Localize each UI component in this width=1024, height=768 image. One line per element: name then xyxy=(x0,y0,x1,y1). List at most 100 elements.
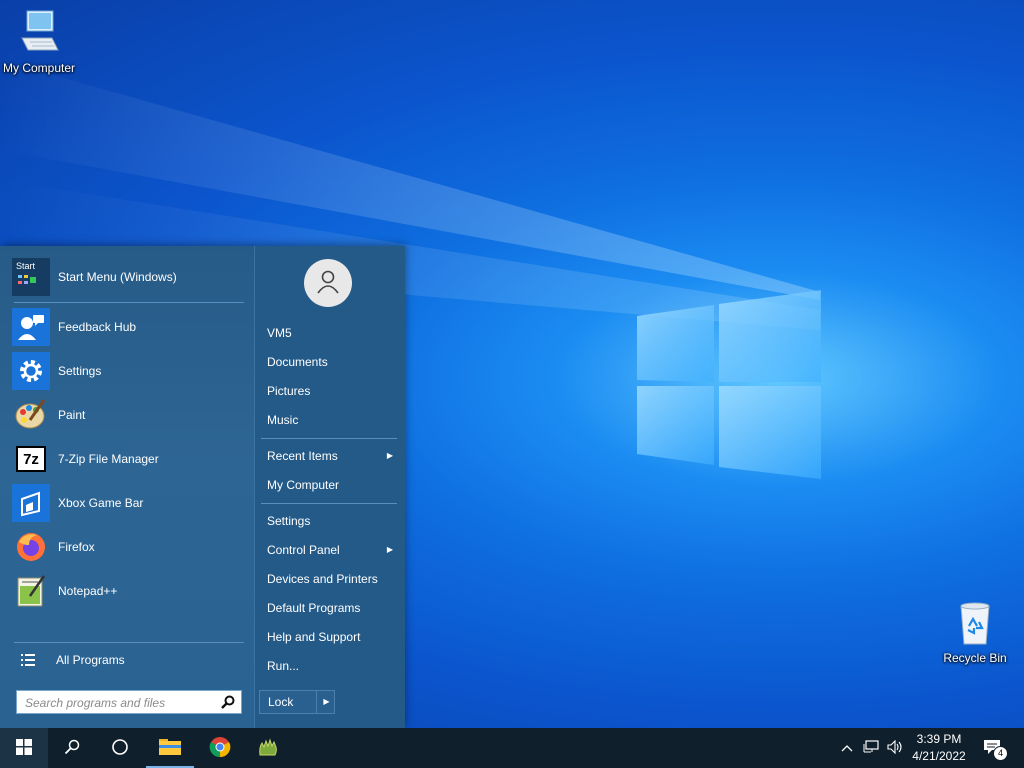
classic-shell-icon xyxy=(256,735,280,762)
right-item-label: Settings xyxy=(267,514,311,528)
pinned-item-label: Start Menu (Windows) xyxy=(58,270,177,284)
lock-label: Lock xyxy=(268,695,294,709)
clock-time: 3:39 PM xyxy=(916,732,962,746)
pinned-item-start-menu-windows[interactable]: Start Start Menu (Windows) xyxy=(12,257,244,297)
separator xyxy=(261,503,397,504)
right-item-my-computer[interactable]: My Computer xyxy=(267,474,397,496)
right-item-documents[interactable]: Documents xyxy=(267,351,397,373)
7zip-logo-text: 7z xyxy=(23,450,39,468)
pinned-item-label: Firefox xyxy=(58,540,95,554)
xbox-game-bar-icon xyxy=(12,484,50,522)
tray-show-hidden-button[interactable] xyxy=(838,728,856,768)
pinned-item-label: Settings xyxy=(58,364,102,378)
right-item-devices-printers[interactable]: Devices and Printers xyxy=(267,568,397,590)
start-button[interactable] xyxy=(0,728,48,768)
user-avatar[interactable] xyxy=(304,259,352,307)
search-icon xyxy=(64,739,80,758)
desktop-icon-label: My Computer xyxy=(2,61,76,75)
right-item-label: Recent Items xyxy=(267,449,338,463)
taskbar-search-button[interactable] xyxy=(48,728,96,768)
taskbar: 3:39 PM 4/21/2022 4 xyxy=(0,728,1024,768)
right-item-label: Music xyxy=(267,413,299,427)
pinned-item-feedback-hub[interactable]: Feedback Hub xyxy=(12,307,244,347)
task-view-button[interactable] xyxy=(96,728,144,768)
search-icon[interactable] xyxy=(221,695,235,712)
pinned-item-7zip[interactable]: 7z 7-Zip File Manager xyxy=(12,439,244,479)
right-item-default-programs[interactable]: Default Programs xyxy=(267,597,397,619)
notification-icon: 4 xyxy=(983,738,1008,761)
right-item-label: Devices and Printers xyxy=(267,572,378,586)
file-explorer-icon xyxy=(159,737,181,758)
feedback-hub-icon xyxy=(12,308,50,346)
pinned-item-settings[interactable]: Settings xyxy=(12,351,244,391)
chrome-icon xyxy=(209,736,231,761)
right-item-control-panel[interactable]: Control Panel ▶ xyxy=(267,539,397,561)
pinned-item-paint[interactable]: Paint xyxy=(12,395,244,435)
start-menu-left-pane: Start Start Menu (Windows) Feedback Hub … xyxy=(0,246,254,728)
notepadpp-icon xyxy=(12,572,50,610)
tray-clock[interactable]: 3:39 PM 4/21/2022 xyxy=(906,728,972,768)
desktop-icon-label: Recycle Bin xyxy=(943,651,1007,665)
right-item-help-support[interactable]: Help and Support xyxy=(267,626,397,648)
pinned-item-notepadpp[interactable]: Notepad++ xyxy=(12,571,244,611)
separator xyxy=(261,438,397,439)
pinned-item-label: Paint xyxy=(58,408,86,422)
right-item-run[interactable]: Run... xyxy=(267,655,397,677)
lock-options-arrow-icon[interactable]: ▶ xyxy=(316,691,336,713)
firefox-icon xyxy=(12,528,50,566)
pinned-item-label: Xbox Game Bar xyxy=(58,496,144,510)
start-menu: Start Start Menu (Windows) Feedback Hub … xyxy=(0,246,405,728)
clock-date: 4/21/2022 xyxy=(912,749,966,763)
tray-network-button[interactable] xyxy=(860,728,882,768)
windows-start-icon xyxy=(16,738,32,758)
paint-palette-icon xyxy=(12,396,50,434)
recycle-bin-icon xyxy=(955,602,995,649)
right-item-label: VM5 xyxy=(267,326,292,340)
right-item-pictures[interactable]: Pictures xyxy=(267,380,397,402)
list-icon xyxy=(14,653,42,667)
start-menu-right-pane: VM5 Documents Pictures Music Recent Item… xyxy=(254,246,405,728)
start-search-box[interactable] xyxy=(16,690,242,714)
pinned-item-label: 7-Zip File Manager xyxy=(58,452,159,466)
gear-icon xyxy=(12,352,50,390)
right-item-settings[interactable]: Settings xyxy=(267,510,397,532)
lock-button[interactable]: Lock ▶ xyxy=(259,690,335,714)
notification-count-badge: 4 xyxy=(993,746,1008,761)
search-input[interactable] xyxy=(23,692,223,714)
right-item-user[interactable]: VM5 xyxy=(267,322,397,344)
right-item-label: Control Panel xyxy=(267,543,340,557)
computer-icon xyxy=(18,10,60,59)
taskbar-app-chrome[interactable] xyxy=(196,728,244,768)
pinned-item-label: Notepad++ xyxy=(58,584,118,598)
desktop-icon-recycle-bin[interactable]: Recycle Bin xyxy=(933,600,1017,665)
7zip-icon: 7z xyxy=(12,440,50,478)
all-programs-label: All Programs xyxy=(56,653,125,667)
submenu-arrow-icon: ▶ xyxy=(386,545,393,554)
right-item-music[interactable]: Music xyxy=(267,409,397,431)
right-item-label: Pictures xyxy=(267,384,311,398)
submenu-arrow-icon: ▶ xyxy=(386,451,393,460)
right-item-label: Default Programs xyxy=(267,601,361,615)
pinned-item-xbox-game-bar[interactable]: Xbox Game Bar xyxy=(12,483,244,523)
right-item-label: My Computer xyxy=(267,478,340,492)
separator xyxy=(14,302,244,303)
network-icon xyxy=(863,739,879,757)
right-item-recent-items[interactable]: Recent Items ▶ xyxy=(267,445,397,467)
taskbar-app-file-explorer[interactable] xyxy=(146,728,194,768)
right-item-label: Run... xyxy=(267,659,300,673)
pinned-item-firefox[interactable]: Firefox xyxy=(12,527,244,567)
pinned-item-label: Feedback Hub xyxy=(58,320,137,334)
taskbar-app-classic-shell[interactable] xyxy=(244,728,292,768)
start-tile-text: Start xyxy=(16,261,36,271)
chevron-up-icon xyxy=(841,741,853,755)
start-menu-app-icon: Start xyxy=(12,258,50,296)
desktop-icon-my-computer[interactable]: My Computer xyxy=(0,8,81,75)
right-item-label: Help and Support xyxy=(267,630,361,644)
tray-volume-button[interactable] xyxy=(884,728,906,768)
task-view-icon xyxy=(111,738,129,759)
right-item-label: Documents xyxy=(267,355,328,369)
speaker-icon xyxy=(887,739,903,757)
all-programs-button[interactable]: All Programs xyxy=(14,640,246,680)
action-center-button[interactable]: 4 xyxy=(976,728,1012,768)
user-icon xyxy=(315,269,341,298)
